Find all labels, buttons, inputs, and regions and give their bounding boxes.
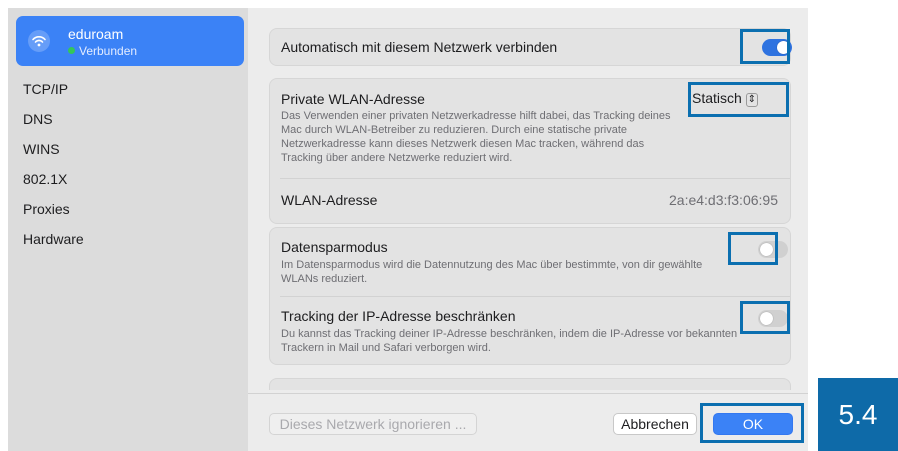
highlight-private-address: [688, 82, 789, 117]
main-panel: Automatisch mit diesem Netzwerk verbinde…: [248, 8, 808, 451]
highlight-auto-join: [740, 29, 790, 64]
network-status: Verbunden: [68, 44, 137, 58]
sidebar: eduroam Verbunden TCP/IP DNS WINS 802.1X…: [8, 8, 248, 451]
wifi-address-label: WLAN-Adresse: [281, 192, 378, 208]
highlight-limit-ip-tracking: [740, 301, 790, 334]
divider: [280, 178, 790, 179]
limit-ip-tracking-description: Du kannst das Tracking deiner IP-Adresse…: [281, 328, 738, 354]
sidebar-list: TCP/IP DNS WINS 802.1X Proxies Hardware: [23, 74, 84, 254]
low-data-description: Im Datensparmodus wird die Datennutzung …: [281, 259, 703, 285]
auto-join-label: Automatisch mit diesem Netzwerk verbinde…: [281, 39, 558, 55]
wifi-icon: [28, 30, 50, 52]
sidebar-item-tcpip[interactable]: TCP/IP: [23, 74, 84, 104]
sidebar-item-proxies[interactable]: Proxies: [23, 194, 84, 224]
low-data-label: Datensparmodus: [281, 239, 388, 255]
sidebar-network-eduroam[interactable]: eduroam Verbunden: [16, 16, 244, 66]
sidebar-item-8021x[interactable]: 802.1X: [23, 164, 84, 194]
limit-ip-tracking-label: Tracking der IP-Adresse beschränken: [281, 308, 516, 324]
more-options-card: [269, 378, 791, 390]
sidebar-item-hardware[interactable]: Hardware: [23, 224, 84, 254]
highlight-low-data: [728, 232, 778, 265]
step-badge: 5.4: [818, 378, 898, 451]
private-address-label: Private WLAN-Adresse: [281, 91, 425, 107]
divider: [280, 296, 790, 297]
cancel-button[interactable]: Abbrechen: [613, 413, 697, 435]
highlight-ok: [700, 403, 804, 443]
ignore-network-button[interactable]: Dieses Netzwerk ignorieren ...: [269, 413, 477, 435]
network-settings-window: eduroam Verbunden TCP/IP DNS WINS 802.1X…: [8, 8, 808, 451]
network-name: eduroam: [68, 26, 124, 42]
private-address-description: Das Verwenden einer privaten Netzwerkadr…: [281, 110, 671, 164]
privacy-options-card: Datensparmodus Im Datensparmodus wird di…: [269, 227, 791, 365]
wifi-address-value: 2a:e4:d3:f3:06:95: [669, 192, 778, 208]
auto-join-card: Automatisch mit diesem Netzwerk verbinde…: [269, 28, 792, 66]
sidebar-item-dns[interactable]: DNS: [23, 104, 84, 134]
footer-divider: [248, 393, 808, 394]
sidebar-item-wins[interactable]: WINS: [23, 134, 84, 164]
connected-dot-icon: [68, 47, 75, 54]
network-status-label: Verbunden: [79, 44, 138, 58]
